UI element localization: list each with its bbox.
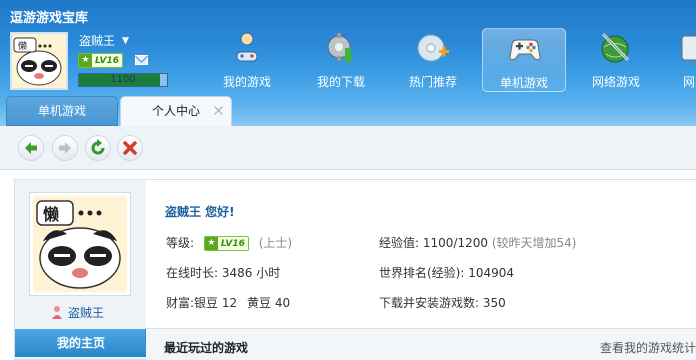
nav-online-games[interactable]: 网络游戏 bbox=[574, 28, 658, 92]
exp-progress-bar: 1100 bbox=[78, 73, 168, 87]
panda-avatar-icon: 懒 bbox=[12, 34, 66, 88]
nav-label: 我的游戏 bbox=[222, 75, 271, 89]
arrow-right-icon bbox=[59, 142, 71, 154]
person-icon bbox=[52, 306, 62, 319]
username[interactable]: 盗贼王 bbox=[79, 32, 115, 49]
exp-note: (较昨天增加54) bbox=[491, 236, 577, 250]
nav-label: 热门推荐 bbox=[408, 75, 457, 89]
star-icon: ★ bbox=[204, 237, 218, 250]
greeting: 盗贼王 您好! bbox=[165, 205, 235, 219]
profile-avatar[interactable]: 懒 bbox=[29, 192, 131, 296]
app-window: 逗游游戏宝库 懒 盗贼王 ▼ ★ LV16 1100 我的游戏 我的下载 热门推… bbox=[0, 0, 696, 360]
nav-my-downloads[interactable]: 我的下载 bbox=[299, 28, 383, 92]
refresh-icon bbox=[91, 139, 105, 155]
profile-name-link[interactable]: 盗贼王 bbox=[68, 304, 104, 321]
nav-label: 我的下载 bbox=[316, 75, 365, 89]
rank-value: 104904 bbox=[468, 266, 515, 280]
silver-value: 12 bbox=[221, 296, 238, 310]
nav-hot-picks[interactable]: 热门推荐 bbox=[391, 28, 475, 92]
refresh-button[interactable] bbox=[85, 135, 111, 161]
level-label: 等级: bbox=[166, 236, 195, 250]
profile-sidebar: 懒 盗贼王 我的主页 bbox=[14, 179, 147, 360]
nav-my-games[interactable]: 我的游戏 bbox=[205, 28, 289, 92]
panda-avatar-icon: 懒 bbox=[33, 196, 127, 292]
downloads-value: 350 bbox=[482, 296, 506, 310]
level-row: 等级: ★ LV16 (上士) bbox=[166, 234, 292, 251]
level-badge: ★ LV16 bbox=[78, 53, 123, 68]
exp-value: 1100/1200 bbox=[422, 236, 488, 250]
close-x-icon bbox=[123, 141, 137, 155]
controller-person-icon bbox=[235, 32, 259, 62]
my-homepage-button[interactable]: 我的主页 bbox=[15, 329, 147, 357]
recent-games-title: 最近玩过的游戏 bbox=[164, 341, 249, 355]
online-time-row: 在线时长: 3486 小时 bbox=[166, 266, 281, 280]
nav-label: 网 bbox=[683, 75, 696, 89]
app-title: 逗游游戏宝库 bbox=[10, 11, 89, 26]
download-gear-icon bbox=[327, 33, 354, 64]
tab-personal-center[interactable]: 个人中心 bbox=[120, 96, 232, 126]
tab-single-player[interactable]: 单机游戏 bbox=[6, 96, 118, 126]
profile-info-panel: 盗贼王 您好! 等级: ★ LV16 (上士) 在线时长: 3486 小时 财富… bbox=[146, 179, 696, 360]
arrow-left-icon bbox=[25, 142, 37, 154]
exp-row: 经验值: 1100/1200 (较昨天增加54) bbox=[379, 236, 577, 250]
tab-label: 个人中心 bbox=[151, 104, 200, 118]
back-button[interactable] bbox=[18, 135, 44, 161]
recent-games-header: 最近玩过的游戏 查看我的游戏统计 bbox=[146, 328, 696, 360]
cut-off-icon bbox=[681, 35, 696, 61]
tab-strip: 单机游戏 个人中心 bbox=[0, 96, 696, 126]
close-icon[interactable] bbox=[214, 106, 223, 115]
globe-sword-icon bbox=[601, 32, 630, 63]
level-title: (上士) bbox=[258, 236, 293, 250]
disc-plus-icon bbox=[417, 34, 449, 62]
svg-text:懒: 懒 bbox=[43, 205, 59, 224]
exp-progress-value: 1100 bbox=[110, 74, 136, 85]
nav-label: 网络游戏 bbox=[591, 75, 640, 89]
toolbar bbox=[0, 126, 696, 170]
header: 逗游游戏宝库 懒 盗贼王 ▼ ★ LV16 1100 我的游戏 我的下载 热门推… bbox=[0, 0, 696, 126]
gold-value: 40 bbox=[274, 296, 291, 310]
rank-row: 世界排名(经验): 104904 bbox=[379, 266, 515, 280]
mail-icon[interactable] bbox=[135, 55, 148, 65]
svg-text:懒: 懒 bbox=[18, 40, 27, 52]
personal-center-content: 懒 盗贼王 我的主页 盗贼王 您好! 等级: ★ LV16 (上士) 在线时长:… bbox=[0, 171, 696, 360]
game-stats-link[interactable]: 查看我的游戏统计 bbox=[600, 339, 696, 356]
chevron-down-icon[interactable]: ▼ bbox=[122, 36, 129, 46]
stop-button[interactable] bbox=[117, 135, 143, 161]
nav-cut-off[interactable]: 网 bbox=[668, 28, 696, 92]
forward-button[interactable] bbox=[52, 135, 78, 161]
online-time-value: 3486 小时 bbox=[221, 266, 281, 280]
wealth-row: 财富:银豆 12 黄豆 40 bbox=[166, 296, 291, 310]
avatar[interactable]: 懒 bbox=[10, 32, 68, 90]
nav-label: 单机游戏 bbox=[499, 76, 548, 90]
star-icon: ★ bbox=[79, 54, 92, 67]
downloads-row: 下载并安装游戏数: 350 bbox=[379, 296, 506, 310]
level-badge: ★ LV16 bbox=[203, 236, 249, 251]
gamepad-icon bbox=[509, 39, 541, 61]
nav-single-player[interactable]: 单机游戏 bbox=[482, 28, 566, 92]
